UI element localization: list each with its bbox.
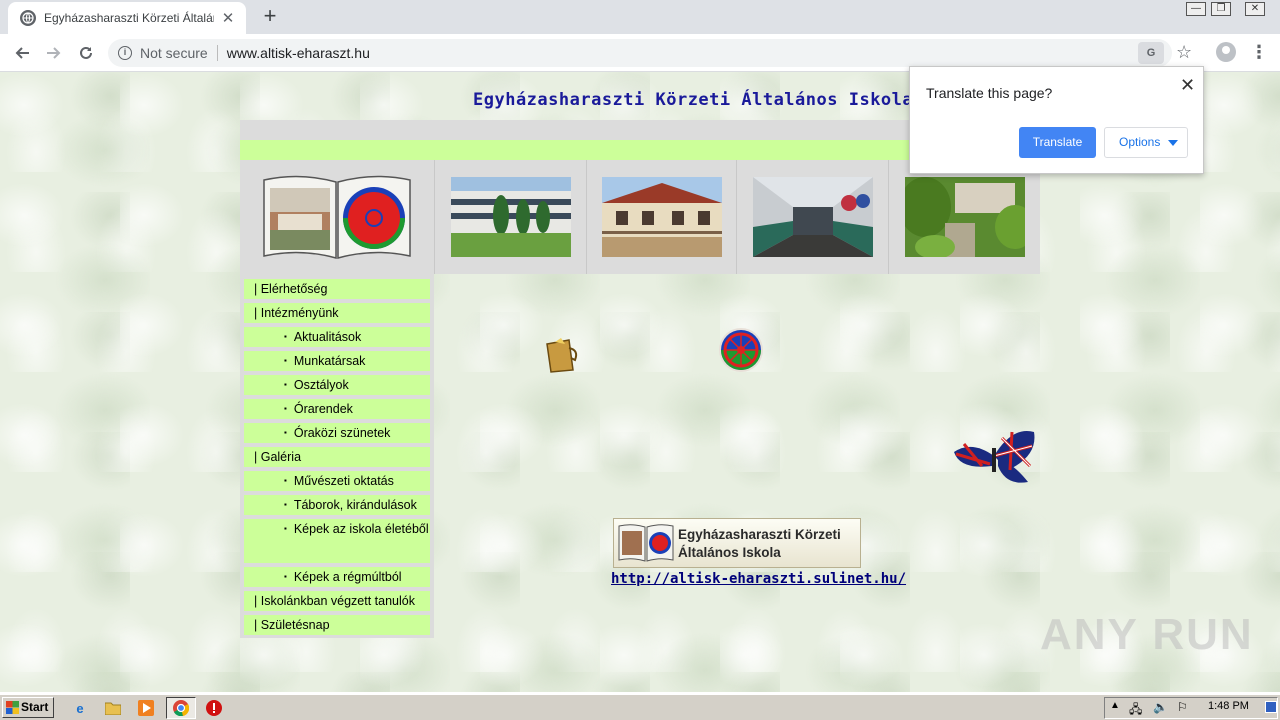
close-icon[interactable]: ✕ xyxy=(1180,75,1195,96)
menu-item-szuletesnap[interactable]: | Születésnap xyxy=(244,615,430,635)
new-tab-button[interactable]: + xyxy=(258,4,282,28)
restore-button[interactable]: ❐ xyxy=(1208,0,1234,18)
volume-icon[interactable]: 🔈 xyxy=(1153,700,1168,714)
menu-item-muveszeti-oktatas[interactable]: Művészeti oktatás xyxy=(244,471,430,491)
folder-icon[interactable] xyxy=(104,699,122,717)
butterfly-flag-icon xyxy=(952,426,1036,488)
translate-popup-title: Translate this page? xyxy=(926,85,1053,101)
info-icon[interactable]: i xyxy=(118,46,132,60)
menu-item-galeria[interactable]: | Galéria xyxy=(244,447,430,467)
menu-item-kepek-iskola[interactable]: Képek az iskola életéből xyxy=(244,519,430,563)
chrome-taskbar-button[interactable] xyxy=(166,697,196,719)
photo-cell-2 xyxy=(587,160,737,274)
media-player-icon[interactable] xyxy=(137,699,155,717)
minimize-icon: — xyxy=(1186,2,1206,16)
flag-icon[interactable]: ⚐ xyxy=(1177,700,1188,714)
banner-line-1: Egyházasharaszti Körzeti xyxy=(678,527,841,542)
browser-tab[interactable]: Egyházasharaszti Körzeti Általános I ✕ xyxy=(8,2,246,34)
options-label: Options xyxy=(1119,135,1161,149)
old-school-photo[interactable] xyxy=(602,177,722,257)
chrome-icon xyxy=(173,700,190,719)
photo-strip xyxy=(240,160,1040,274)
logo-cell xyxy=(240,160,435,274)
windows-taskbar: Start e ▲ 🖧 🔈 ⚐ 1:48 PM xyxy=(0,694,1280,720)
globe-icon xyxy=(20,10,36,26)
school-book-logo[interactable] xyxy=(262,174,412,260)
divider xyxy=(216,45,218,61)
not-secure-label: Not secure xyxy=(140,45,208,61)
menu-item-vegzett-tanulok[interactable]: | Iskolánkban végzett tanulók xyxy=(244,591,430,611)
caret-down-icon xyxy=(1168,140,1178,146)
forward-arrow-icon[interactable] xyxy=(43,42,65,64)
clock: 1:48 PM xyxy=(1208,700,1249,712)
browser-tab-strip: Egyházasharaszti Körzeti Általános I ✕ +… xyxy=(0,0,1280,34)
internet-explorer-icon[interactable]: e xyxy=(71,699,89,717)
url-text[interactable]: www.altisk-eharaszt.hu xyxy=(227,45,370,61)
reload-icon[interactable] xyxy=(75,42,97,64)
close-tab-icon[interactable]: ✕ xyxy=(220,9,236,27)
minimize-button[interactable]: — xyxy=(1183,0,1209,18)
start-button[interactable]: Start xyxy=(2,697,54,718)
site-title: Egyházasharaszti Körzeti Általános Iskol… xyxy=(473,90,914,110)
menu-item-munkatarsak[interactable]: Munkatársak xyxy=(244,351,430,371)
menu-dots-icon[interactable]: ⋮ xyxy=(1250,42,1268,63)
school-building-photo[interactable] xyxy=(451,177,571,257)
system-tray: ▲ 🖧 🔈 ⚐ xyxy=(1104,697,1278,719)
menu-item-osztalyok[interactable]: Osztályok xyxy=(244,375,430,395)
options-button[interactable]: Options xyxy=(1104,127,1188,158)
tab-title: Egyházasharaszti Körzeti Általános I xyxy=(44,11,214,25)
sulinet-link[interactable]: http://altisk-eharaszti.sulinet.hu/ xyxy=(611,571,906,587)
bookmark-star-icon[interactable]: ☆ xyxy=(1176,42,1192,63)
back-arrow-icon[interactable] xyxy=(11,42,33,64)
menu-item-intezmenyunk[interactable]: | Intézményünk xyxy=(244,303,430,323)
roma-wheel-icon xyxy=(718,327,764,373)
corridor-photo[interactable] xyxy=(753,177,873,257)
banner-text: Egyházasharaszti Körzeti Általános Iskol… xyxy=(678,526,841,562)
menu-item-orarendek[interactable]: Órarendek xyxy=(244,399,430,419)
translate-icon[interactable]: G xyxy=(1138,42,1164,64)
photo-cell-1 xyxy=(435,160,587,274)
close-icon: ✕ xyxy=(1245,2,1265,16)
network-icon[interactable]: 🖧 xyxy=(1129,700,1142,720)
profile-avatar-icon[interactable] xyxy=(1216,42,1236,62)
tray-expand-icon[interactable]: ▲ xyxy=(1110,700,1120,711)
menu-item-aktualitasok[interactable]: Aktualitások xyxy=(244,327,430,347)
translate-button[interactable]: Translate xyxy=(1019,127,1096,158)
school-banner[interactable]: Egyházasharaszti Körzeti Általános Iskol… xyxy=(613,518,861,568)
stop-icon[interactable] xyxy=(205,699,223,717)
show-desktop-icon[interactable] xyxy=(1265,701,1277,713)
photo-cell-4 xyxy=(889,160,1040,274)
banner-book-logo xyxy=(618,523,674,563)
start-label: Start xyxy=(21,700,49,714)
photo-cell-3 xyxy=(737,160,889,274)
mug-icon xyxy=(543,336,579,374)
menu-item-kepek-regmult[interactable]: Képek a régmúltból xyxy=(244,567,430,587)
translate-popup: Translate this page? ✕ Translate Options xyxy=(909,66,1204,174)
windows-logo-icon xyxy=(6,701,19,714)
anyrun-watermark: ANY RUN xyxy=(1040,610,1254,659)
close-window-button[interactable]: ✕ xyxy=(1241,0,1269,18)
address-bar[interactable]: i Not secure www.altisk-eharaszt.hu G xyxy=(108,39,1172,67)
menu-item-taborok[interactable]: Táborok, kirándulások xyxy=(244,495,430,515)
menu-item-orakozi-szunetek[interactable]: Óraközi szünetek xyxy=(244,423,430,443)
banner-line-2: Általános Iskola xyxy=(678,545,781,560)
garden-photo[interactable] xyxy=(905,177,1025,257)
restore-icon: ❐ xyxy=(1211,2,1231,16)
nav-sidebar: | Elérhetőség | Intézményünk Aktualitáso… xyxy=(240,274,434,638)
menu-item-elerhetoseg[interactable]: | Elérhetőség xyxy=(244,279,430,299)
